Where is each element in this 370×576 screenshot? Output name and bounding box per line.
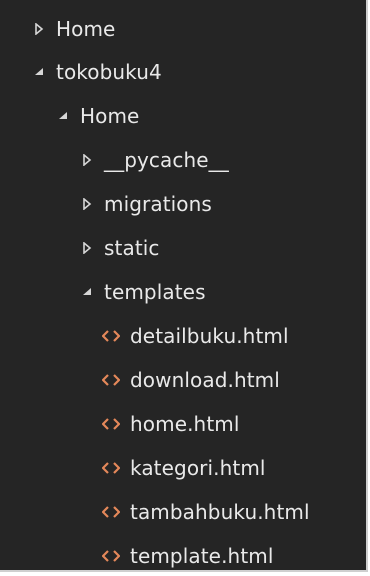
tree-item-label: home.html (130, 412, 240, 436)
tree-file-kategori[interactable]: kategori.html (100, 453, 266, 483)
tree-item-label: template.html (130, 544, 274, 568)
caret-down-icon[interactable] (52, 110, 74, 122)
tree-item-label: Home (56, 17, 116, 41)
tree-file-download[interactable]: download.html (100, 365, 280, 395)
tree-item-label: templates (104, 280, 206, 304)
tree-file-home[interactable]: home.html (100, 409, 240, 439)
tree-folder-migrations[interactable]: migrations (76, 189, 212, 219)
tree-item-label: tokobuku4 (56, 60, 162, 84)
tree-item-label: static (104, 236, 160, 260)
caret-right-icon[interactable] (76, 198, 98, 210)
tree-item-label: __pycache__ (104, 148, 229, 172)
tree-item-label: download.html (130, 368, 280, 392)
html-file-icon (100, 462, 122, 474)
caret-right-icon[interactable] (76, 242, 98, 254)
html-file-icon (100, 330, 122, 342)
tree-item-label: detailbuku.html (130, 324, 289, 348)
html-file-icon (100, 506, 122, 518)
tree-folder-tokobuku4[interactable]: tokobuku4 (28, 57, 162, 87)
html-file-icon (100, 374, 122, 386)
tree-folder-pycache[interactable]: __pycache__ (76, 145, 229, 175)
tree-file-template[interactable]: template.html (100, 541, 274, 571)
tree-item-label: kategori.html (130, 456, 266, 480)
tree-item-label: Home (80, 104, 140, 128)
caret-down-icon[interactable] (76, 286, 98, 298)
caret-right-icon[interactable] (76, 154, 98, 166)
html-file-icon (100, 550, 122, 562)
tree-item-label: migrations (104, 192, 212, 216)
tree-file-tambahbuku[interactable]: tambahbuku.html (100, 497, 310, 527)
tree-item-label: tambahbuku.html (130, 500, 310, 524)
tree-file-detailbuku[interactable]: detailbuku.html (100, 321, 289, 351)
caret-right-icon[interactable] (28, 23, 50, 35)
file-explorer-panel: Home tokobuku4 Home __pycache__ migratio… (0, 0, 368, 572)
tree-folder-templates[interactable]: templates (76, 277, 206, 307)
caret-down-icon[interactable] (28, 66, 50, 78)
tree-folder-static[interactable]: static (76, 233, 160, 263)
tree-folder-home-root[interactable]: Home (28, 14, 115, 44)
tree-folder-home-app[interactable]: Home (52, 101, 139, 131)
html-file-icon (100, 418, 122, 430)
